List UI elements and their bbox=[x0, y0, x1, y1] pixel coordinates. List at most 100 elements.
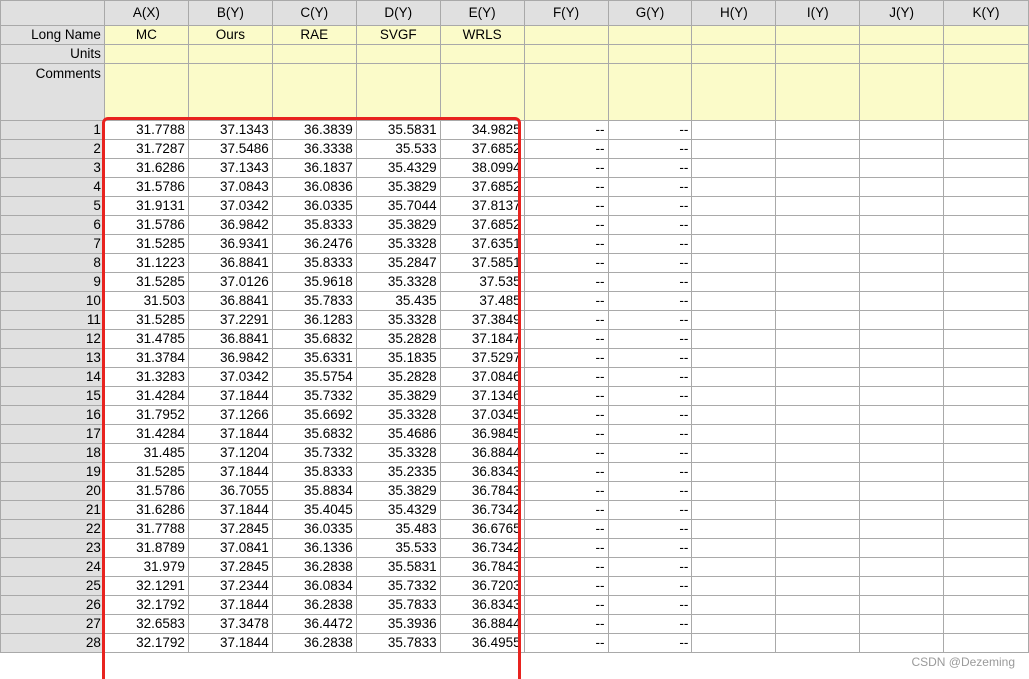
data-cell[interactable]: 37.0843 bbox=[187, 177, 273, 197]
data-cell[interactable]: -- bbox=[607, 595, 693, 615]
data-cell[interactable]: 36.8343 bbox=[439, 595, 525, 615]
empty-cell[interactable] bbox=[859, 310, 945, 330]
data-cell[interactable]: 37.5851 bbox=[439, 253, 525, 273]
data-cell[interactable]: 35.7332 bbox=[355, 576, 441, 596]
data-cell[interactable]: 31.8789 bbox=[103, 538, 189, 558]
data-cell[interactable]: 37.6852 bbox=[439, 139, 525, 159]
row-number[interactable]: 24 bbox=[0, 557, 105, 577]
row-number[interactable]: 22 bbox=[0, 519, 105, 539]
empty-cell[interactable] bbox=[943, 158, 1029, 178]
data-cell[interactable]: 37.1844 bbox=[187, 633, 273, 653]
empty-cell[interactable] bbox=[859, 481, 945, 501]
data-cell[interactable]: 36.1336 bbox=[271, 538, 357, 558]
data-cell[interactable]: 37.2344 bbox=[187, 576, 273, 596]
column-header[interactable]: D(Y) bbox=[355, 0, 441, 26]
data-cell[interactable]: -- bbox=[523, 120, 609, 140]
empty-cell[interactable] bbox=[859, 633, 945, 653]
empty-cell[interactable] bbox=[943, 443, 1029, 463]
data-cell[interactable]: 35.7044 bbox=[355, 196, 441, 216]
empty-cell[interactable] bbox=[859, 139, 945, 159]
data-cell[interactable]: 36.7342 bbox=[439, 538, 525, 558]
empty-cell[interactable] bbox=[859, 443, 945, 463]
data-cell[interactable]: 31.5285 bbox=[103, 234, 189, 254]
data-cell[interactable]: 37.1266 bbox=[187, 405, 273, 425]
empty-cell[interactable] bbox=[859, 272, 945, 292]
empty-cell[interactable] bbox=[775, 215, 861, 235]
data-cell[interactable]: 36.8844 bbox=[439, 614, 525, 634]
data-cell[interactable]: 37.0126 bbox=[187, 272, 273, 292]
empty-cell[interactable] bbox=[859, 462, 945, 482]
data-cell[interactable]: 37.3849 bbox=[439, 310, 525, 330]
data-cell[interactable]: 36.8841 bbox=[187, 329, 273, 349]
data-cell[interactable]: 35.2847 bbox=[355, 253, 441, 273]
data-cell[interactable]: 32.1291 bbox=[103, 576, 189, 596]
empty-cell[interactable] bbox=[691, 177, 777, 197]
data-cell[interactable]: -- bbox=[607, 633, 693, 653]
meta-cell[interactable] bbox=[691, 25, 777, 45]
row-number[interactable]: 27 bbox=[0, 614, 105, 634]
empty-cell[interactable] bbox=[859, 177, 945, 197]
row-number[interactable]: 17 bbox=[0, 424, 105, 444]
empty-cell[interactable] bbox=[691, 253, 777, 273]
data-cell[interactable]: 37.1844 bbox=[187, 595, 273, 615]
empty-cell[interactable] bbox=[775, 139, 861, 159]
row-number[interactable]: 8 bbox=[0, 253, 105, 273]
data-cell[interactable]: -- bbox=[607, 557, 693, 577]
data-cell[interactable]: 37.6852 bbox=[439, 215, 525, 235]
meta-cell[interactable] bbox=[187, 44, 273, 64]
empty-cell[interactable] bbox=[859, 557, 945, 577]
data-cell[interactable]: 31.5285 bbox=[103, 272, 189, 292]
data-cell[interactable]: 31.4785 bbox=[103, 329, 189, 349]
empty-cell[interactable] bbox=[859, 519, 945, 539]
empty-cell[interactable] bbox=[691, 614, 777, 634]
empty-cell[interactable] bbox=[691, 196, 777, 216]
data-cell[interactable]: -- bbox=[523, 253, 609, 273]
data-cell[interactable]: 37.1847 bbox=[439, 329, 525, 349]
data-cell[interactable]: 35.2828 bbox=[355, 367, 441, 387]
data-cell[interactable]: -- bbox=[523, 386, 609, 406]
row-header-label[interactable]: Long Name bbox=[0, 25, 105, 45]
empty-cell[interactable] bbox=[859, 234, 945, 254]
data-cell[interactable]: 35.7332 bbox=[271, 386, 357, 406]
meta-cell[interactable] bbox=[187, 63, 273, 121]
empty-cell[interactable] bbox=[943, 177, 1029, 197]
data-cell[interactable]: -- bbox=[607, 481, 693, 501]
row-number[interactable]: 12 bbox=[0, 329, 105, 349]
empty-cell[interactable] bbox=[691, 443, 777, 463]
data-cell[interactable]: 35.3936 bbox=[355, 614, 441, 634]
meta-cell[interactable] bbox=[691, 63, 777, 121]
row-number[interactable]: 10 bbox=[0, 291, 105, 311]
data-cell[interactable]: 35.5754 bbox=[271, 367, 357, 387]
meta-cell[interactable] bbox=[775, 44, 861, 64]
data-cell[interactable]: 37.5297 bbox=[439, 348, 525, 368]
empty-cell[interactable] bbox=[943, 405, 1029, 425]
empty-cell[interactable] bbox=[691, 481, 777, 501]
empty-cell[interactable] bbox=[775, 367, 861, 387]
empty-cell[interactable] bbox=[775, 196, 861, 216]
meta-cell[interactable] bbox=[943, 63, 1029, 121]
meta-cell[interactable]: Ours bbox=[187, 25, 273, 45]
data-cell[interactable]: 37.0841 bbox=[187, 538, 273, 558]
data-cell[interactable]: 36.7843 bbox=[439, 481, 525, 501]
data-cell[interactable]: 36.8844 bbox=[439, 443, 525, 463]
corner-cell[interactable] bbox=[0, 0, 105, 26]
data-cell[interactable]: -- bbox=[607, 139, 693, 159]
data-cell[interactable]: 31.6286 bbox=[103, 158, 189, 178]
empty-cell[interactable] bbox=[943, 576, 1029, 596]
row-number[interactable]: 5 bbox=[0, 196, 105, 216]
data-cell[interactable]: 35.4045 bbox=[271, 500, 357, 520]
empty-cell[interactable] bbox=[943, 424, 1029, 444]
data-cell[interactable]: -- bbox=[523, 196, 609, 216]
empty-cell[interactable] bbox=[775, 538, 861, 558]
data-cell[interactable]: 35.6331 bbox=[271, 348, 357, 368]
data-cell[interactable]: -- bbox=[607, 348, 693, 368]
empty-cell[interactable] bbox=[943, 481, 1029, 501]
empty-cell[interactable] bbox=[775, 120, 861, 140]
data-cell[interactable]: 31.7952 bbox=[103, 405, 189, 425]
meta-cell[interactable] bbox=[859, 63, 945, 121]
data-cell[interactable]: 31.4284 bbox=[103, 424, 189, 444]
data-cell[interactable]: -- bbox=[523, 633, 609, 653]
empty-cell[interactable] bbox=[775, 614, 861, 634]
data-cell[interactable]: 35.3829 bbox=[355, 177, 441, 197]
empty-cell[interactable] bbox=[943, 215, 1029, 235]
